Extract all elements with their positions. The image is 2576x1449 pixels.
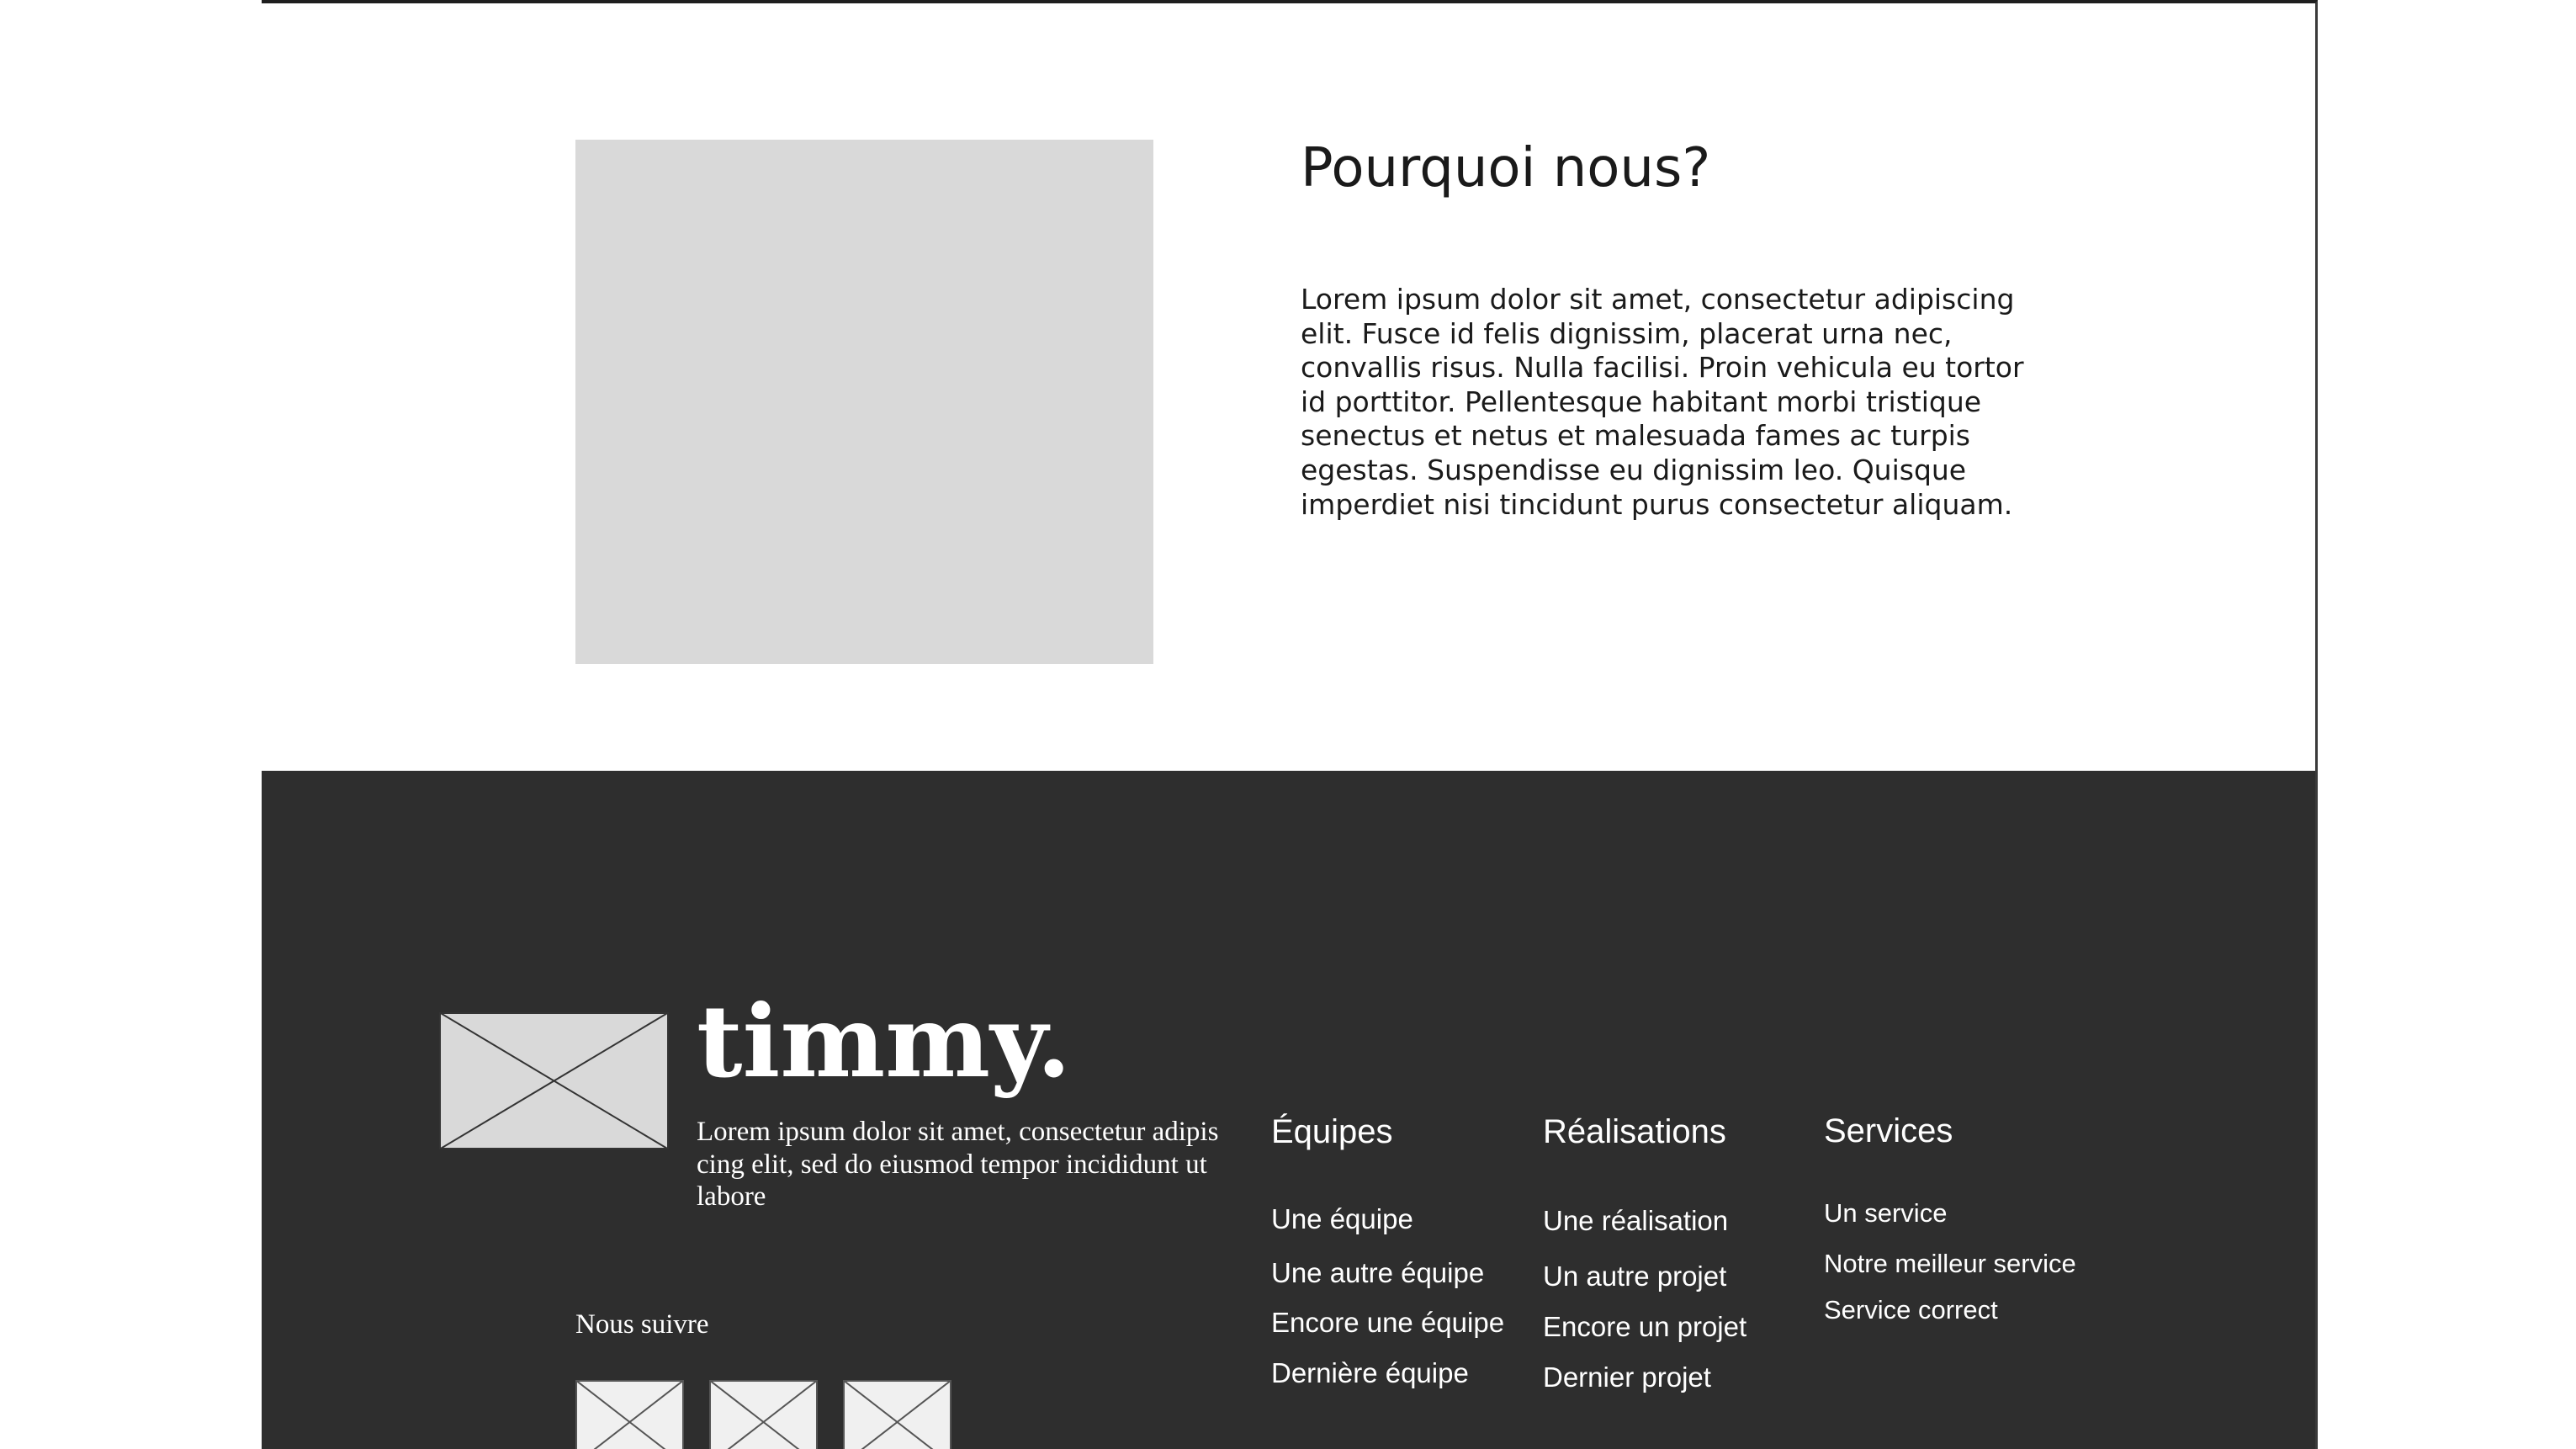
social-image-placeholder-icon (709, 1380, 818, 1449)
about-title: Pourquoi nous? (1301, 137, 1711, 199)
page-frame: Pourquoi nous? Lorem ipsum dolor sit ame… (262, 0, 2318, 1449)
footer-link[interactable]: Une réalisation (1543, 1205, 1728, 1237)
logo-image-placeholder (439, 1012, 669, 1149)
brand-tagline: Lorem ipsum dolor sit amet, consectetur … (697, 1117, 1219, 1212)
footer-link[interactable]: Une équipe (1271, 1203, 1413, 1235)
footer-link[interactable]: Service correct (1824, 1295, 1998, 1325)
follow-label: Nous suivre (575, 1309, 709, 1340)
footer-link[interactable]: Dernière équipe (1271, 1357, 1469, 1389)
brand-name: timmy. (697, 983, 1072, 1100)
social-image-placeholder-icon (843, 1380, 951, 1449)
footer-column-heading: Services (1824, 1112, 1953, 1149)
social-link-2[interactable] (709, 1380, 818, 1449)
social-image-placeholder-icon (575, 1380, 684, 1449)
footer-link[interactable]: Dernier projet (1543, 1361, 1711, 1393)
footer-link[interactable]: Une autre équipe (1271, 1257, 1484, 1289)
footer-link[interactable]: Un autre projet (1543, 1261, 1726, 1292)
footer-column-heading: Équipes (1271, 1113, 1393, 1150)
footer-link[interactable]: Notre meilleur service (1824, 1249, 2076, 1279)
about-text: Lorem ipsum dolor sit amet, consectetur … (1301, 283, 2024, 521)
social-link-1[interactable] (575, 1380, 684, 1449)
social-link-3[interactable] (843, 1380, 951, 1449)
footer-link[interactable]: Encore un projet (1543, 1311, 1746, 1343)
about-image-placeholder (575, 140, 1153, 664)
footer-column-heading: Réalisations (1543, 1113, 1726, 1150)
footer: timmy. Lorem ipsum dolor sit amet, conse… (262, 771, 2315, 1449)
footer-link[interactable]: Encore une équipe (1271, 1307, 1504, 1339)
footer-link[interactable]: Un service (1824, 1198, 1947, 1229)
